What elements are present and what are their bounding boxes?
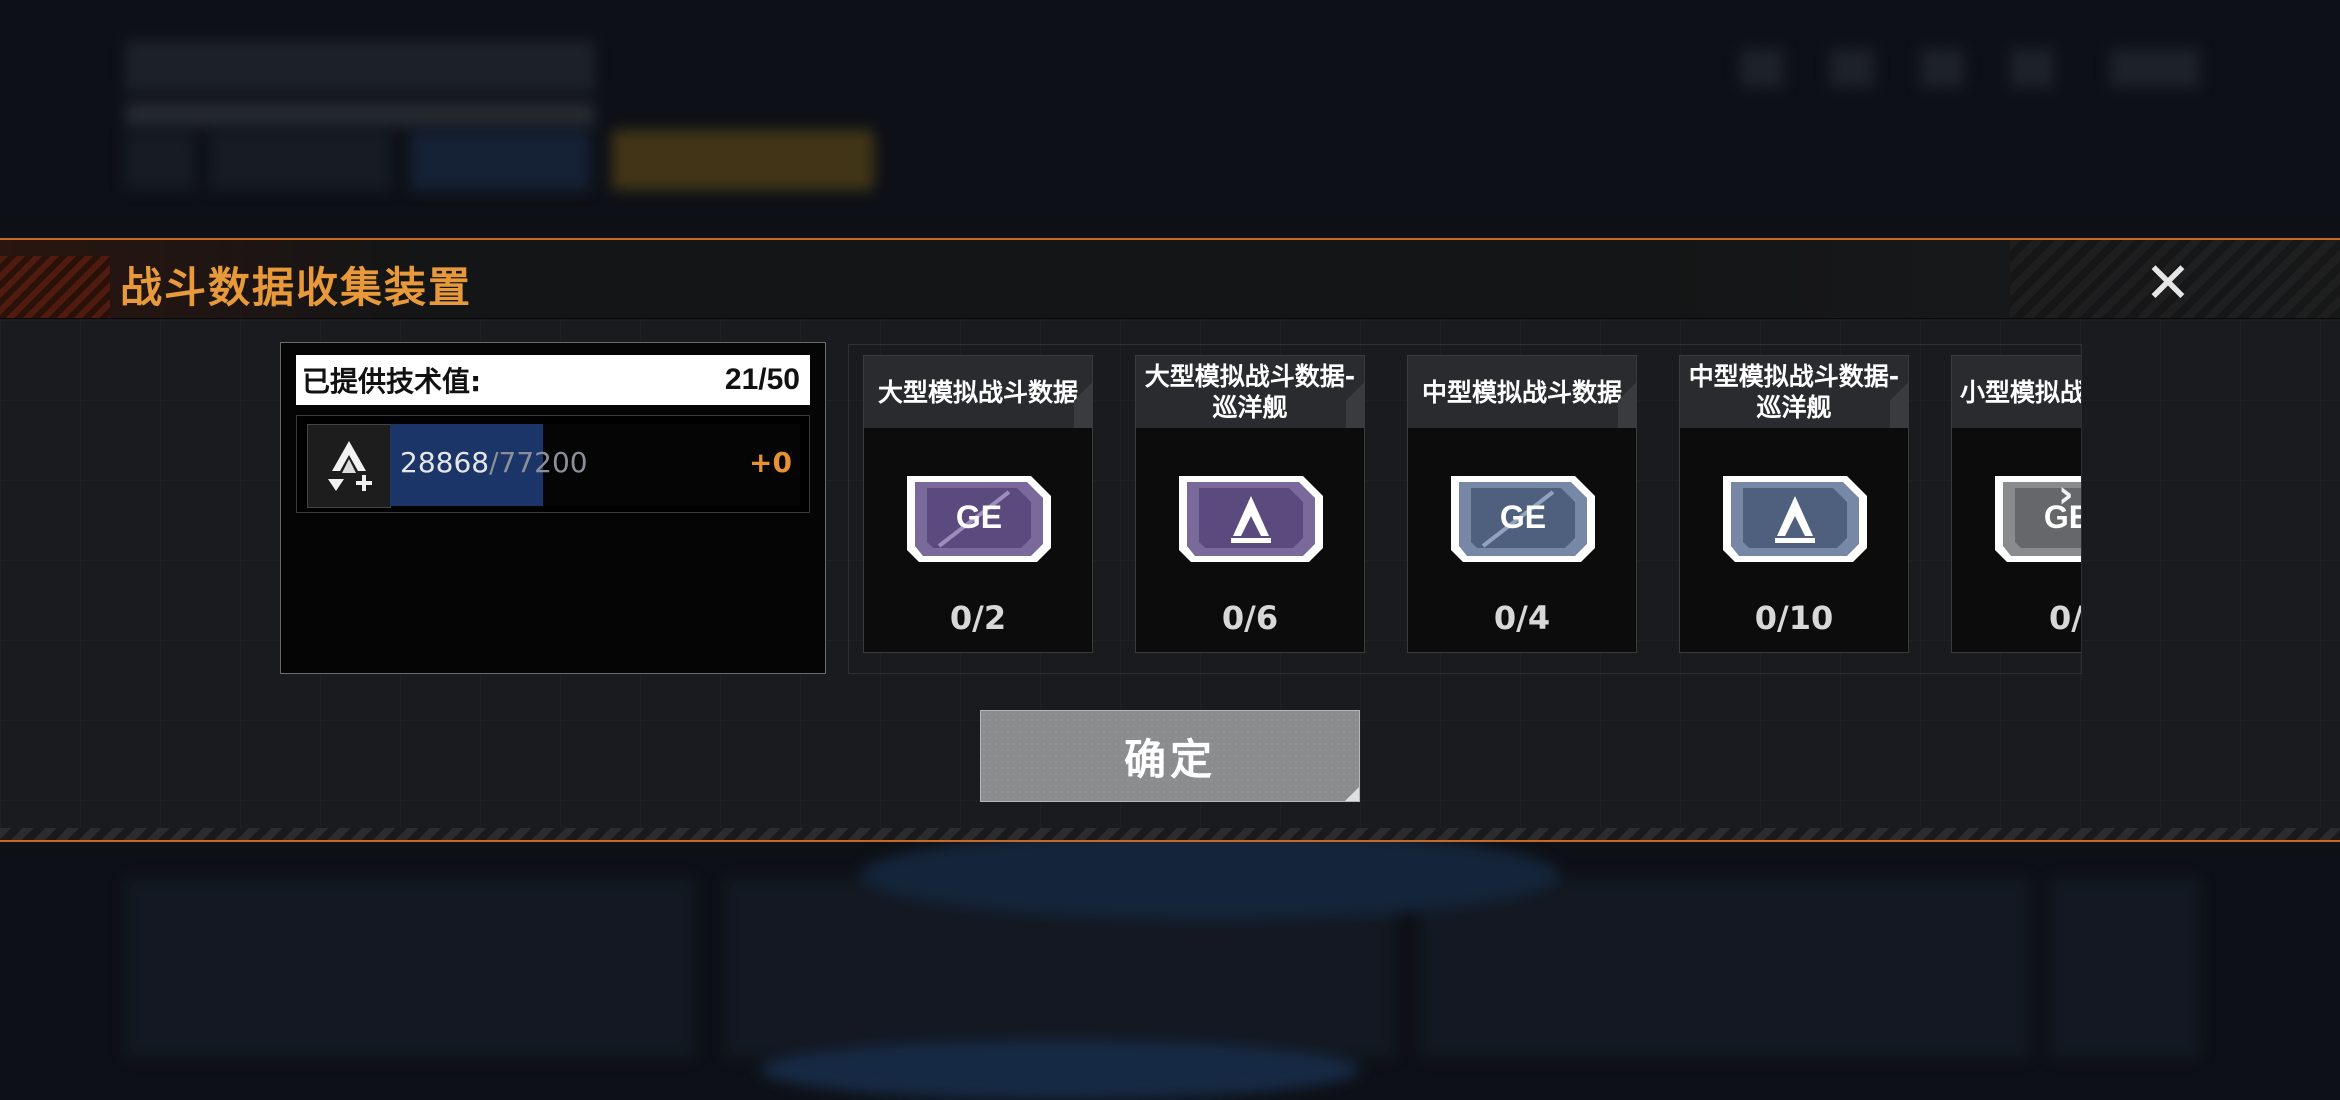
- data-collection-modal: 战斗数据收集装置 ✕ 已提供技术值: 21/50 28868/77200 +0 …: [0, 238, 2340, 842]
- close-icon[interactable]: ✕: [2140, 256, 2196, 312]
- tech-value-count: 21/50: [724, 363, 800, 396]
- tech-progress-bar: 28868/77200 +0: [390, 424, 800, 506]
- tech-added-value: +0: [749, 446, 792, 479]
- tech-value-panel: 已提供技术值: 21/50 28868/77200 +0: [280, 342, 826, 674]
- item-count: 0/4: [1493, 599, 1551, 637]
- ge-chip-icon: GE: [1451, 476, 1595, 562]
- ge-chip-icon: GE: [907, 476, 1051, 562]
- svg-text:GE: GE: [956, 499, 1002, 535]
- modal-header: 战斗数据收集装置 ✕: [0, 240, 2340, 319]
- tech-value-label: 已提供技术值:: [302, 365, 482, 398]
- item-title: 中型模拟战斗数据: [1408, 356, 1636, 428]
- data-item-list[interactable]: 大型模拟战斗数据 GE 0/2 大型模拟战斗数据- 巡洋舰 0/6 中型模拟战斗…: [848, 344, 2082, 674]
- item-title: 小型模拟战斗数据: [1952, 356, 2081, 428]
- data-item-card[interactable]: 大型模拟战斗数据 GE 0/2: [863, 355, 1093, 653]
- tech-value-header: 已提供技术值: 21/50: [296, 355, 810, 405]
- data-item-card[interactable]: 中型模拟战斗数据- 巡洋舰 0/10: [1679, 355, 1909, 653]
- item-title: 中型模拟战斗数据- 巡洋舰: [1680, 356, 1908, 428]
- confirm-button[interactable]: 确定: [980, 710, 1360, 802]
- item-count: 0/: [2049, 599, 2082, 637]
- data-item-card[interactable]: 中型模拟战斗数据 GE 0/4: [1407, 355, 1637, 653]
- confirm-label: 确定: [1123, 734, 1216, 784]
- svg-text:GE: GE: [1500, 499, 1546, 535]
- tech-current-value: 28868: [400, 446, 490, 479]
- modal-title: 战斗数据收集装置: [120, 263, 473, 312]
- cruiser-chip-icon: [1723, 476, 1867, 562]
- tech-separator: /: [489, 446, 499, 479]
- tech-progress-row: 28868/77200 +0: [296, 415, 810, 513]
- item-count: 0/10: [1754, 599, 1834, 637]
- tech-value-icon: [307, 424, 391, 508]
- chevron-right-icon[interactable]: ›: [2058, 472, 2074, 516]
- item-count: 0/2: [949, 599, 1007, 637]
- item-title: 大型模拟战斗数据: [864, 356, 1092, 428]
- data-item-card[interactable]: 大型模拟战斗数据- 巡洋舰 0/6: [1135, 355, 1365, 653]
- item-title: 大型模拟战斗数据- 巡洋舰: [1136, 356, 1364, 428]
- cruiser-chip-icon: [1179, 476, 1323, 562]
- modal-bottom-stripe: [0, 828, 2340, 840]
- item-count: 0/6: [1221, 599, 1279, 637]
- tech-max-value: 77200: [498, 446, 588, 479]
